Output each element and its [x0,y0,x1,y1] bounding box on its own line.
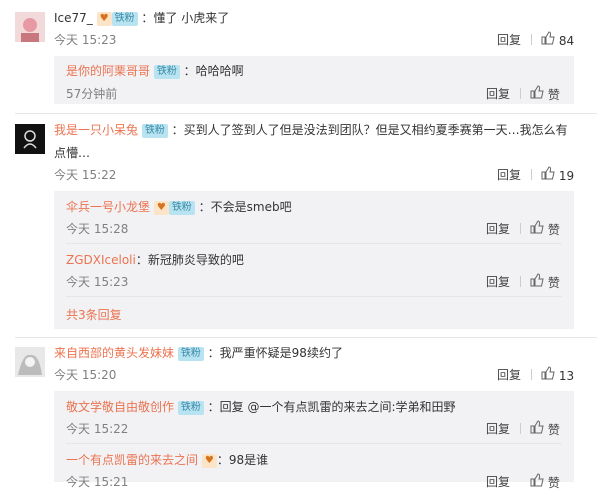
fan-badge: 铁粉 [153,65,180,79]
reply-line: 伞兵一号小龙堡 ♥ 铁粉 ：不会是smeb吧 [66,198,292,215]
reply-separator [66,443,562,444]
avatar[interactable] [15,124,45,154]
reply-separator [66,296,562,297]
like-button[interactable]: 19 [541,166,574,183]
reply-text: ：不会是smeb吧 [198,200,292,214]
reply-button[interactable]: 回复 [497,166,521,183]
divider [531,369,532,380]
reply-text: ：新冠肺炎导致的吧 [135,253,244,267]
like-label: 赞 [547,476,560,490]
divider [520,223,521,234]
comment-username[interactable]: 来自西部的黄头发妹妹 [54,346,174,360]
comment-separator [15,113,597,114]
thumbs-up-icon [541,366,555,380]
thumbs-up-icon [530,273,544,287]
thumbs-up-icon [530,85,544,99]
reply-line: ZGDXIceloli：新冠肺炎导致的吧 [66,251,244,268]
like-button[interactable]: 赞 [530,473,560,491]
divider [520,88,521,99]
reply-username[interactable]: 敬文学敬自由敬创作 [66,400,174,414]
reply-button[interactable]: 回复 [486,273,510,290]
comment-time: 今天 15:20 [54,368,117,382]
like-label: 赞 [547,88,560,102]
reply-button[interactable]: 回复 [486,220,510,237]
like-button[interactable]: 84 [541,31,574,48]
comment-time: 今天 15:22 [54,168,117,182]
fan-badge: 铁粉 [177,401,204,415]
like-count: 13 [558,369,575,383]
reply-username[interactable]: 是你的阿栗哥哥 [66,64,150,78]
comment-text: ：我严重怀疑是98续约了 [207,346,343,360]
like-label: 赞 [547,423,560,437]
reply-button[interactable]: 回复 [486,420,510,437]
avatar[interactable] [15,12,45,42]
fan-badge: 铁粉 [168,201,195,215]
comment-time: 今天 15:23 [54,33,117,47]
reply-text: ：哈哈哈啊 [183,64,244,78]
like-count: 84 [558,34,575,48]
reply-text: ：98是谁 [216,453,269,467]
reply-button[interactable]: 回复 [497,366,521,383]
fan-badge: 铁粉 [111,12,138,26]
like-count: 19 [558,169,575,183]
divider [531,34,532,45]
reply-line: 敬文学敬自由敬创作 铁粉 ：回复 @一个有点凯雷的来去之间:学弟和田野 [66,398,456,415]
comment-line: 我是一只小呆兔 铁粉 ：买到人了签到人了但是没法到团队？但是又相约夏季赛第一天…… [54,121,568,138]
fan-badge: 铁粉 [177,347,204,361]
thumbs-up-icon [530,473,544,487]
comment-line: Ice77_ ♥ 铁粉 ：懂了 小虎来了 [54,9,229,26]
thumbs-up-icon [530,420,544,434]
reply-time: 今天 15:23 [66,275,129,289]
fan-badge: 铁粉 [141,124,168,138]
like-button[interactable]: 13 [541,366,574,383]
divider [520,276,521,287]
like-button[interactable]: 赞 [530,85,560,103]
reply-time: 今天 15:28 [66,222,129,236]
reply-username[interactable]: 一个有点凯雷的来去之间 [66,453,198,467]
vip-badge-icon: ♥ [153,201,169,215]
like-button[interactable]: 赞 [530,420,560,438]
reply-time: 57分钟前 [66,87,118,101]
reply-username[interactable]: ZGDXIceloli [66,253,136,267]
reply-separator [66,243,562,244]
reply-line: 是你的阿栗哥哥 铁粉 ：哈哈哈啊 [66,62,244,79]
comment-username[interactable]: 我是一只小呆兔 [54,123,138,137]
more-replies-link[interactable]: 共3条回复 [66,306,122,323]
divider [520,423,521,434]
like-button[interactable]: 赞 [530,273,560,291]
divider [531,169,532,180]
reply-text: ：回复 @一个有点凯雷的来去之间:学弟和田野 [207,400,456,414]
comment-text-continued: 点懵… [54,146,91,160]
like-label: 赞 [547,276,560,290]
comment-line: 来自西部的黄头发妹妹 铁粉 ：我严重怀疑是98续约了 [54,344,343,361]
thumbs-up-icon [530,220,544,234]
comment-text: ：买到人了签到人了但是没法到团队？但是又相约夏季赛第一天…我怎么有 [171,123,568,137]
vip-badge-icon: ♥ [96,12,112,26]
comment-text: ：懂了 小虎来了 [141,11,230,25]
vip-badge-icon: ♥ [201,454,217,468]
like-button[interactable]: 赞 [530,220,560,238]
like-label: 赞 [547,223,560,237]
reply-line: 一个有点凯雷的来去之间 ♥ ：98是谁 [66,451,268,468]
reply-username[interactable]: 伞兵一号小龙堡 [66,200,150,214]
avatar[interactable] [15,347,45,377]
comment-separator [15,337,597,338]
thumbs-up-icon [541,166,555,180]
thumbs-up-icon [541,31,555,45]
reply-time: 今天 15:22 [66,422,129,436]
reply-button[interactable]: 回复 [486,85,510,102]
reply-button[interactable]: 回复 [497,31,521,48]
comment-username[interactable]: Ice77_ [54,11,93,25]
